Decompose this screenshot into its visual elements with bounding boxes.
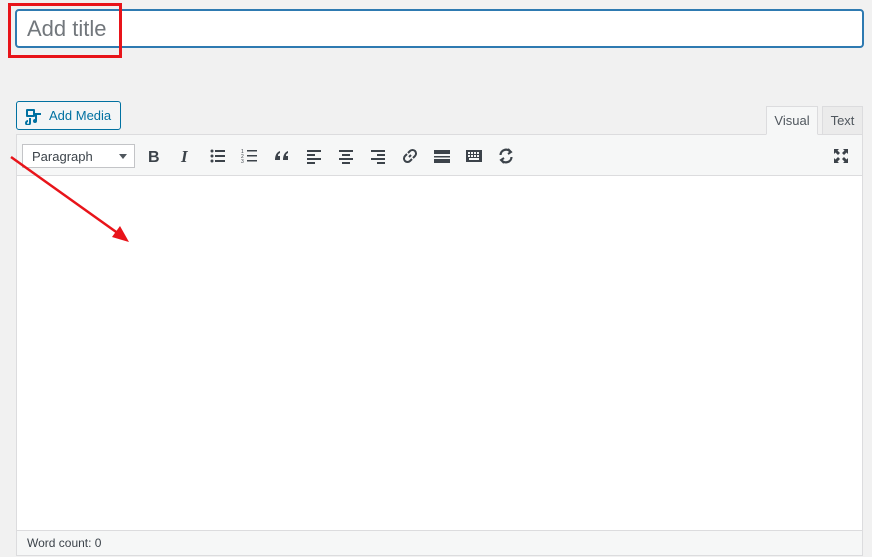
- blockquote-icon: [275, 151, 288, 160]
- fullscreen-button[interactable]: [830, 145, 852, 167]
- svg-text:3: 3: [241, 159, 244, 165]
- add-media-label: Add Media: [49, 108, 112, 123]
- svg-text:B: B: [148, 149, 160, 165]
- editor-toolbar: Paragraph B I 1 2 3: [17, 135, 862, 176]
- keyboard-icon: [466, 150, 482, 162]
- word-count: Word count: 0: [27, 536, 102, 550]
- undo-redo-button[interactable]: [495, 145, 517, 167]
- align-left-icon: [307, 150, 321, 164]
- post-title-input[interactable]: [15, 9, 864, 48]
- fullscreen-icon: [834, 149, 848, 163]
- align-left-button[interactable]: [303, 145, 325, 167]
- title-field-wrapper: [15, 9, 864, 48]
- numbered-list-icon: 1 2 3: [241, 149, 257, 165]
- refresh-icon: [499, 148, 513, 164]
- italic-icon: I: [180, 147, 189, 165]
- editor-content-area[interactable]: [17, 176, 862, 530]
- format-select[interactable]: Paragraph: [22, 144, 135, 168]
- tab-visual[interactable]: Visual: [766, 106, 818, 135]
- format-select-value: Paragraph: [32, 148, 93, 164]
- align-right-icon: [371, 150, 385, 164]
- align-center-icon: [339, 150, 353, 164]
- tab-text[interactable]: Text: [822, 106, 863, 135]
- read-more-button[interactable]: [431, 145, 453, 167]
- italic-button[interactable]: I: [175, 145, 197, 167]
- read-more-icon: [434, 150, 450, 163]
- add-media-button[interactable]: Add Media: [16, 101, 121, 130]
- bulleted-list-icon: [210, 149, 225, 163]
- svg-text:I: I: [180, 147, 189, 165]
- blockquote-button[interactable]: [271, 145, 293, 167]
- status-bar: Word count: 0: [17, 530, 862, 555]
- media-icon: [25, 107, 43, 125]
- bold-button[interactable]: B: [143, 145, 165, 167]
- chevron-down-icon: [119, 154, 127, 159]
- toolbar-toggle-button[interactable]: [463, 145, 485, 167]
- align-center-button[interactable]: [335, 145, 357, 167]
- link-icon: [402, 148, 418, 164]
- insert-link-button[interactable]: [399, 145, 421, 167]
- bold-icon: B: [148, 149, 160, 165]
- bulleted-list-button[interactable]: [207, 145, 229, 167]
- numbered-list-button[interactable]: 1 2 3: [239, 145, 261, 167]
- align-right-button[interactable]: [367, 145, 389, 167]
- editor-container: Paragraph B I 1 2 3 Word count: 0: [16, 134, 863, 556]
